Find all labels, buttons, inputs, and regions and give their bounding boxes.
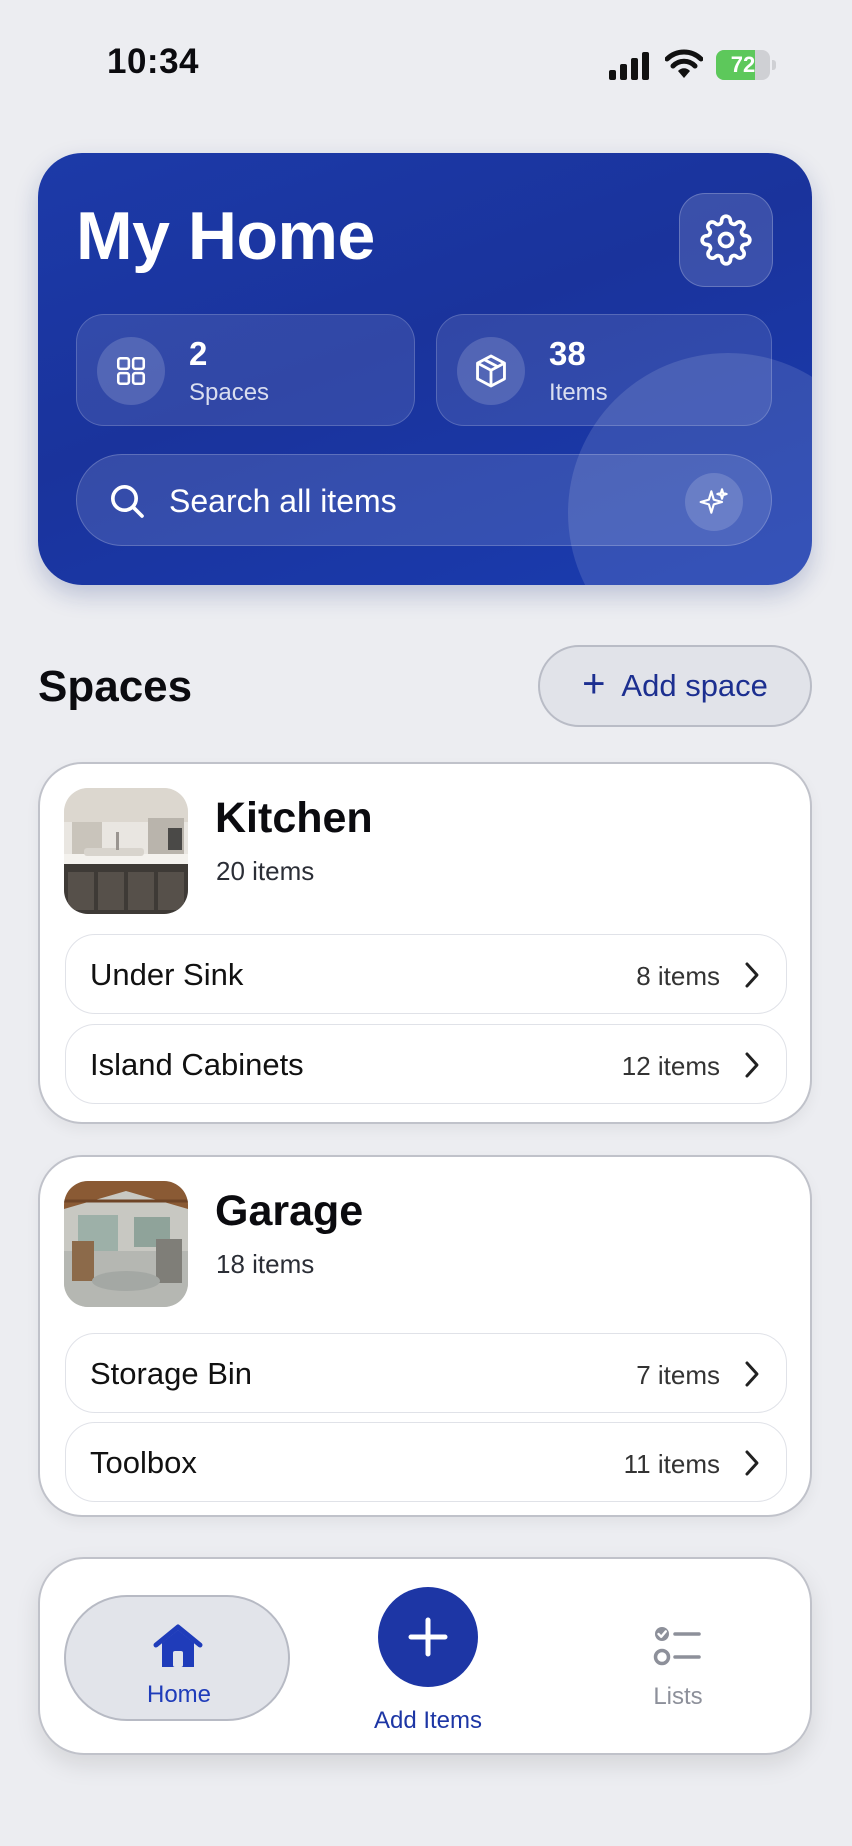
sparkle-icon <box>699 488 728 514</box>
space-name: Garage <box>215 1187 364 1235</box>
nav-home-label: Home <box>146 1681 212 1708</box>
chevron-right-icon <box>745 962 759 988</box>
add-space-button[interactable]: + Add space <box>538 645 812 727</box>
items-count: 38 <box>549 335 586 372</box>
space-item-count: 18 items <box>216 1249 315 1279</box>
add-items-button[interactable] <box>378 1587 478 1687</box>
battery-percent: 72 <box>730 52 756 77</box>
settings-button[interactable] <box>679 193 773 287</box>
checklist-icon[interactable] <box>653 1621 703 1669</box>
app-screen: 10:34 72 My Home 2 Spaces 38 Items Searc… <box>0 0 852 1846</box>
space-card-kitchen[interactable]: Kitchen 20 items Under Sink 8 items Isla… <box>38 762 812 1124</box>
page-title: My Home <box>76 198 375 274</box>
status-bar: 10:34 72 <box>0 40 852 90</box>
area-name: Storage Bin <box>90 1356 252 1391</box>
garage-photo <box>64 1181 188 1307</box>
area-item-count: 12 items <box>621 1051 720 1081</box>
area-row-storage-bin[interactable]: Storage Bin 7 items <box>65 1333 787 1413</box>
area-name: Island Cabinets <box>90 1047 304 1082</box>
wifi-icon <box>665 49 703 78</box>
space-item-count: 20 items <box>216 856 315 886</box>
status-time: 10:34 <box>107 42 200 81</box>
space-card-garage[interactable]: Garage 18 items Storage Bin 7 items Tool… <box>38 1155 812 1517</box>
area-item-count: 11 items <box>623 1449 720 1479</box>
area-row-toolbox[interactable]: Toolbox 11 items <box>65 1422 787 1502</box>
items-stat-card[interactable]: 38 Items <box>436 314 772 426</box>
plus-icon <box>408 1617 448 1657</box>
house-icon <box>153 1624 203 1667</box>
area-item-count: 7 items <box>636 1360 720 1390</box>
kitchen-photo <box>64 788 188 914</box>
search-bar[interactable]: Search all items <box>76 454 772 546</box>
chevron-right-icon <box>745 1450 759 1476</box>
area-item-count: 8 items <box>636 961 720 991</box>
chevron-right-icon <box>745 1361 759 1387</box>
search-icon <box>111 485 144 518</box>
area-row-under-sink[interactable]: Under Sink 8 items <box>65 934 787 1014</box>
battery-indicator: 72 <box>716 50 776 80</box>
nav-home-tab[interactable]: Home <box>64 1595 290 1721</box>
plus-icon: + <box>582 662 606 706</box>
battery-icon: 72 <box>716 50 770 80</box>
add-space-label: Add space <box>621 668 768 703</box>
box-icon <box>457 337 525 405</box>
nav-lists-label[interactable]: Lists <box>610 1683 746 1711</box>
ai-search-button[interactable] <box>685 473 743 531</box>
spaces-label: Spaces <box>189 379 270 406</box>
items-label: Items <box>549 379 608 406</box>
bottom-nav: Home Add Items Lists <box>38 1557 812 1755</box>
home-summary-card: My Home 2 Spaces 38 Items Search all ite… <box>38 153 812 585</box>
spaces-stat-card[interactable]: 2 Spaces <box>76 314 415 426</box>
chevron-right-icon <box>745 1052 759 1078</box>
gear-icon <box>700 214 752 266</box>
space-name: Kitchen <box>215 794 373 842</box>
cellular-signal-icon <box>609 52 649 80</box>
grid-icon <box>97 337 165 405</box>
area-name: Toolbox <box>90 1445 197 1480</box>
area-row-island-cabinets[interactable]: Island Cabinets 12 items <box>65 1024 787 1104</box>
search-placeholder: Search all items <box>169 483 397 519</box>
section-title: Spaces <box>38 662 193 711</box>
add-items-label[interactable]: Add Items <box>330 1707 526 1735</box>
spaces-count: 2 <box>189 335 208 372</box>
area-name: Under Sink <box>90 957 244 992</box>
